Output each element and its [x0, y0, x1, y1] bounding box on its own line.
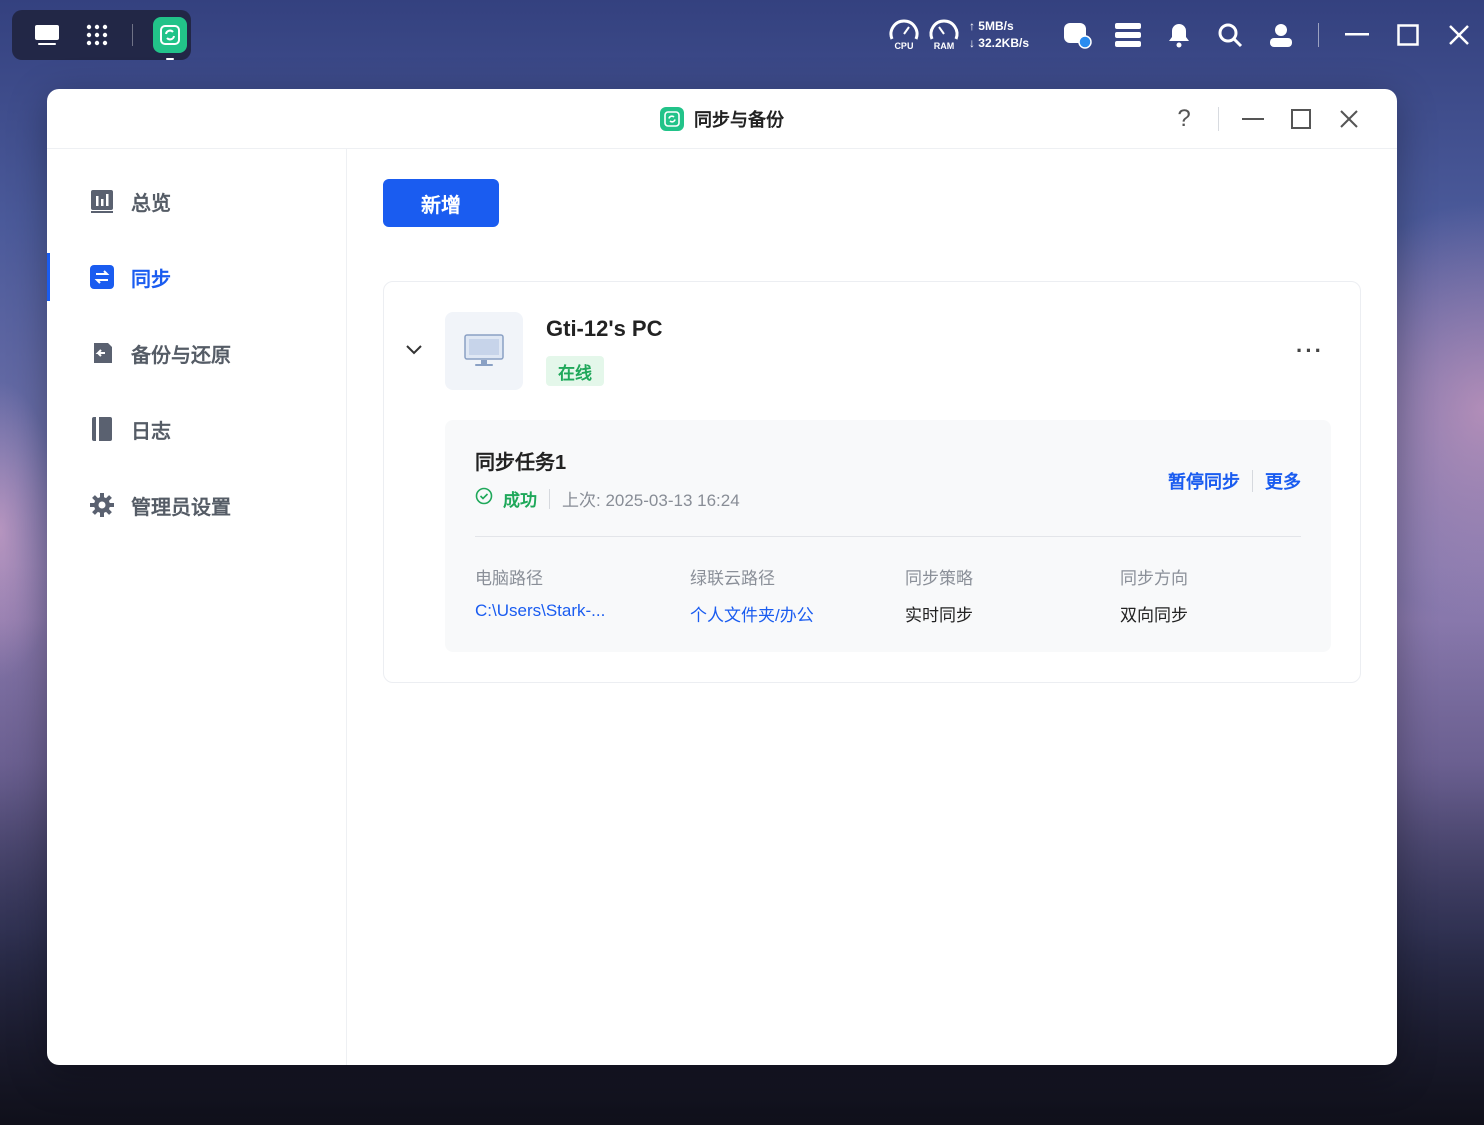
- user-icon[interactable]: [1255, 17, 1306, 53]
- window-title: 同步与备份: [694, 109, 784, 130]
- actions-divider: [1252, 470, 1253, 492]
- sidebar-item-admin-settings[interactable]: 管理员设置: [47, 467, 346, 543]
- sync-backup-app-icon[interactable]: [153, 17, 187, 60]
- window-title-group: 同步与备份: [660, 106, 784, 132]
- sidebar: 总览 同步 备份与还原 日志 管理员设置: [47, 149, 347, 1065]
- task-divider: [475, 536, 1301, 537]
- sidebar-item-label: 备份与还原: [131, 344, 231, 367]
- close-icon[interactable]: [1433, 17, 1484, 53]
- chevron-down-icon[interactable]: [404, 340, 424, 360]
- sidebar-item-label: 同步: [131, 268, 171, 291]
- sync-direction-column: 同步方向 双向同步: [1120, 564, 1310, 626]
- add-sync-button[interactable]: 新增: [383, 179, 499, 227]
- ram-label: RAM: [933, 41, 955, 51]
- sidebar-item-label: 管理员设置: [131, 496, 231, 519]
- download-arrow-icon: ↓: [968, 36, 979, 50]
- cloud-path-column: 绿联云路径 个人文件夹/办公: [690, 564, 880, 626]
- download-speed: ↓ 32.2KB/s: [968, 36, 1029, 50]
- sync-backup-window: 同步与备份 ? 总览 同步 备份与还原 日志 管理员设置 新增 Gti-12's…: [47, 89, 1397, 1065]
- device-more-menu-icon[interactable]: ···: [1296, 338, 1324, 364]
- cpu-gauge[interactable]: CPU: [887, 17, 921, 53]
- main-content: 新增 Gti-12's PC 在线 ··· 同步任务1 成功 上次: 2025-…: [347, 149, 1397, 1065]
- sync-strategy-column: 同步策略 实时同步: [905, 564, 1095, 626]
- taskbar-divider: [132, 24, 133, 46]
- sidebar-item-sync[interactable]: 同步: [47, 239, 346, 315]
- sidebar-item-backup[interactable]: 备份与还原: [47, 315, 346, 391]
- cpu-label: CPU: [894, 41, 914, 51]
- pause-sync-link[interactable]: 暂停同步: [1168, 468, 1240, 494]
- window-maximize-button[interactable]: [1277, 99, 1325, 139]
- maximize-icon[interactable]: [1382, 17, 1433, 53]
- bell-icon[interactable]: [1153, 17, 1204, 53]
- sidebar-item-overview[interactable]: 总览: [47, 163, 346, 239]
- cloud-drive-icon[interactable]: [1051, 17, 1102, 53]
- window-controls-divider: [1218, 107, 1219, 131]
- sync-strategy-value: 实时同步: [905, 606, 973, 625]
- task-status: 成功 上次: 2025-03-13 16:24: [475, 486, 740, 511]
- online-status-badge: 在线: [546, 356, 604, 386]
- computer-icon: [445, 312, 523, 390]
- app-grid-icon[interactable]: [82, 20, 112, 50]
- sidebar-item-label: 日志: [131, 420, 171, 443]
- pc-path-column: 电脑路径 C:\Users\Stark-...: [475, 564, 665, 621]
- backup-icon: [89, 340, 115, 366]
- cloud-path-link[interactable]: 个人文件夹/办公: [690, 601, 880, 626]
- desktop-icon[interactable]: [32, 20, 62, 50]
- success-check-icon: [475, 487, 493, 510]
- taskbar-right: CPU RAM ↑ 5MB/s ↓ 32.2KB/s: [887, 10, 1484, 60]
- sync-task-card: 同步任务1 成功 上次: 2025-03-13 16:24 暂停同步 更多 电脑…: [445, 420, 1331, 652]
- taskbar-left: [12, 10, 191, 60]
- pc-path-label: 电脑路径: [475, 569, 543, 588]
- sync-strategy-label: 同步策略: [905, 569, 973, 588]
- network-speed[interactable]: ↑ 5MB/s ↓ 32.2KB/s: [969, 18, 1029, 52]
- sync-direction-value: 双向同步: [1120, 606, 1188, 625]
- ram-gauge[interactable]: RAM: [927, 17, 961, 53]
- window-minimize-button[interactable]: [1229, 99, 1277, 139]
- sidebar-item-log[interactable]: 日志: [47, 391, 346, 467]
- pc-path-link[interactable]: C:\Users\Stark-...: [475, 601, 665, 621]
- window-controls: ?: [1160, 89, 1373, 149]
- more-actions-link[interactable]: 更多: [1265, 468, 1301, 494]
- gear-icon: [89, 492, 115, 518]
- task-actions: 暂停同步 更多: [1168, 468, 1301, 494]
- chart-icon: [89, 188, 115, 214]
- upload-speed: ↑ 5MB/s: [968, 19, 1014, 33]
- window-titlebar[interactable]: 同步与备份 ?: [47, 89, 1397, 149]
- app-logo-icon: [660, 106, 684, 131]
- sync-icon: [89, 264, 115, 290]
- device-name: Gti-12's PC: [546, 316, 663, 341]
- task-name: 同步任务1: [475, 452, 567, 474]
- minimize-icon[interactable]: [1331, 17, 1382, 53]
- window-close-button[interactable]: [1325, 99, 1373, 139]
- sync-direction-label: 同步方向: [1120, 569, 1188, 588]
- storage-icon[interactable]: [1102, 17, 1153, 53]
- taskbar-divider: [1318, 23, 1319, 47]
- sidebar-item-label: 总览: [131, 192, 171, 215]
- upload-arrow-icon: ↑: [968, 19, 979, 33]
- task-result: 成功: [503, 491, 537, 510]
- device-card: Gti-12's PC 在线 ··· 同步任务1 成功 上次: 2025-03-…: [383, 281, 1361, 683]
- log-icon: [89, 416, 115, 442]
- task-last-run: 上次: 2025-03-13 16:24: [562, 491, 740, 510]
- cloud-path-label: 绿联云路径: [690, 569, 775, 588]
- search-icon[interactable]: [1204, 17, 1255, 53]
- help-button[interactable]: ?: [1160, 99, 1208, 139]
- status-divider: [549, 488, 550, 509]
